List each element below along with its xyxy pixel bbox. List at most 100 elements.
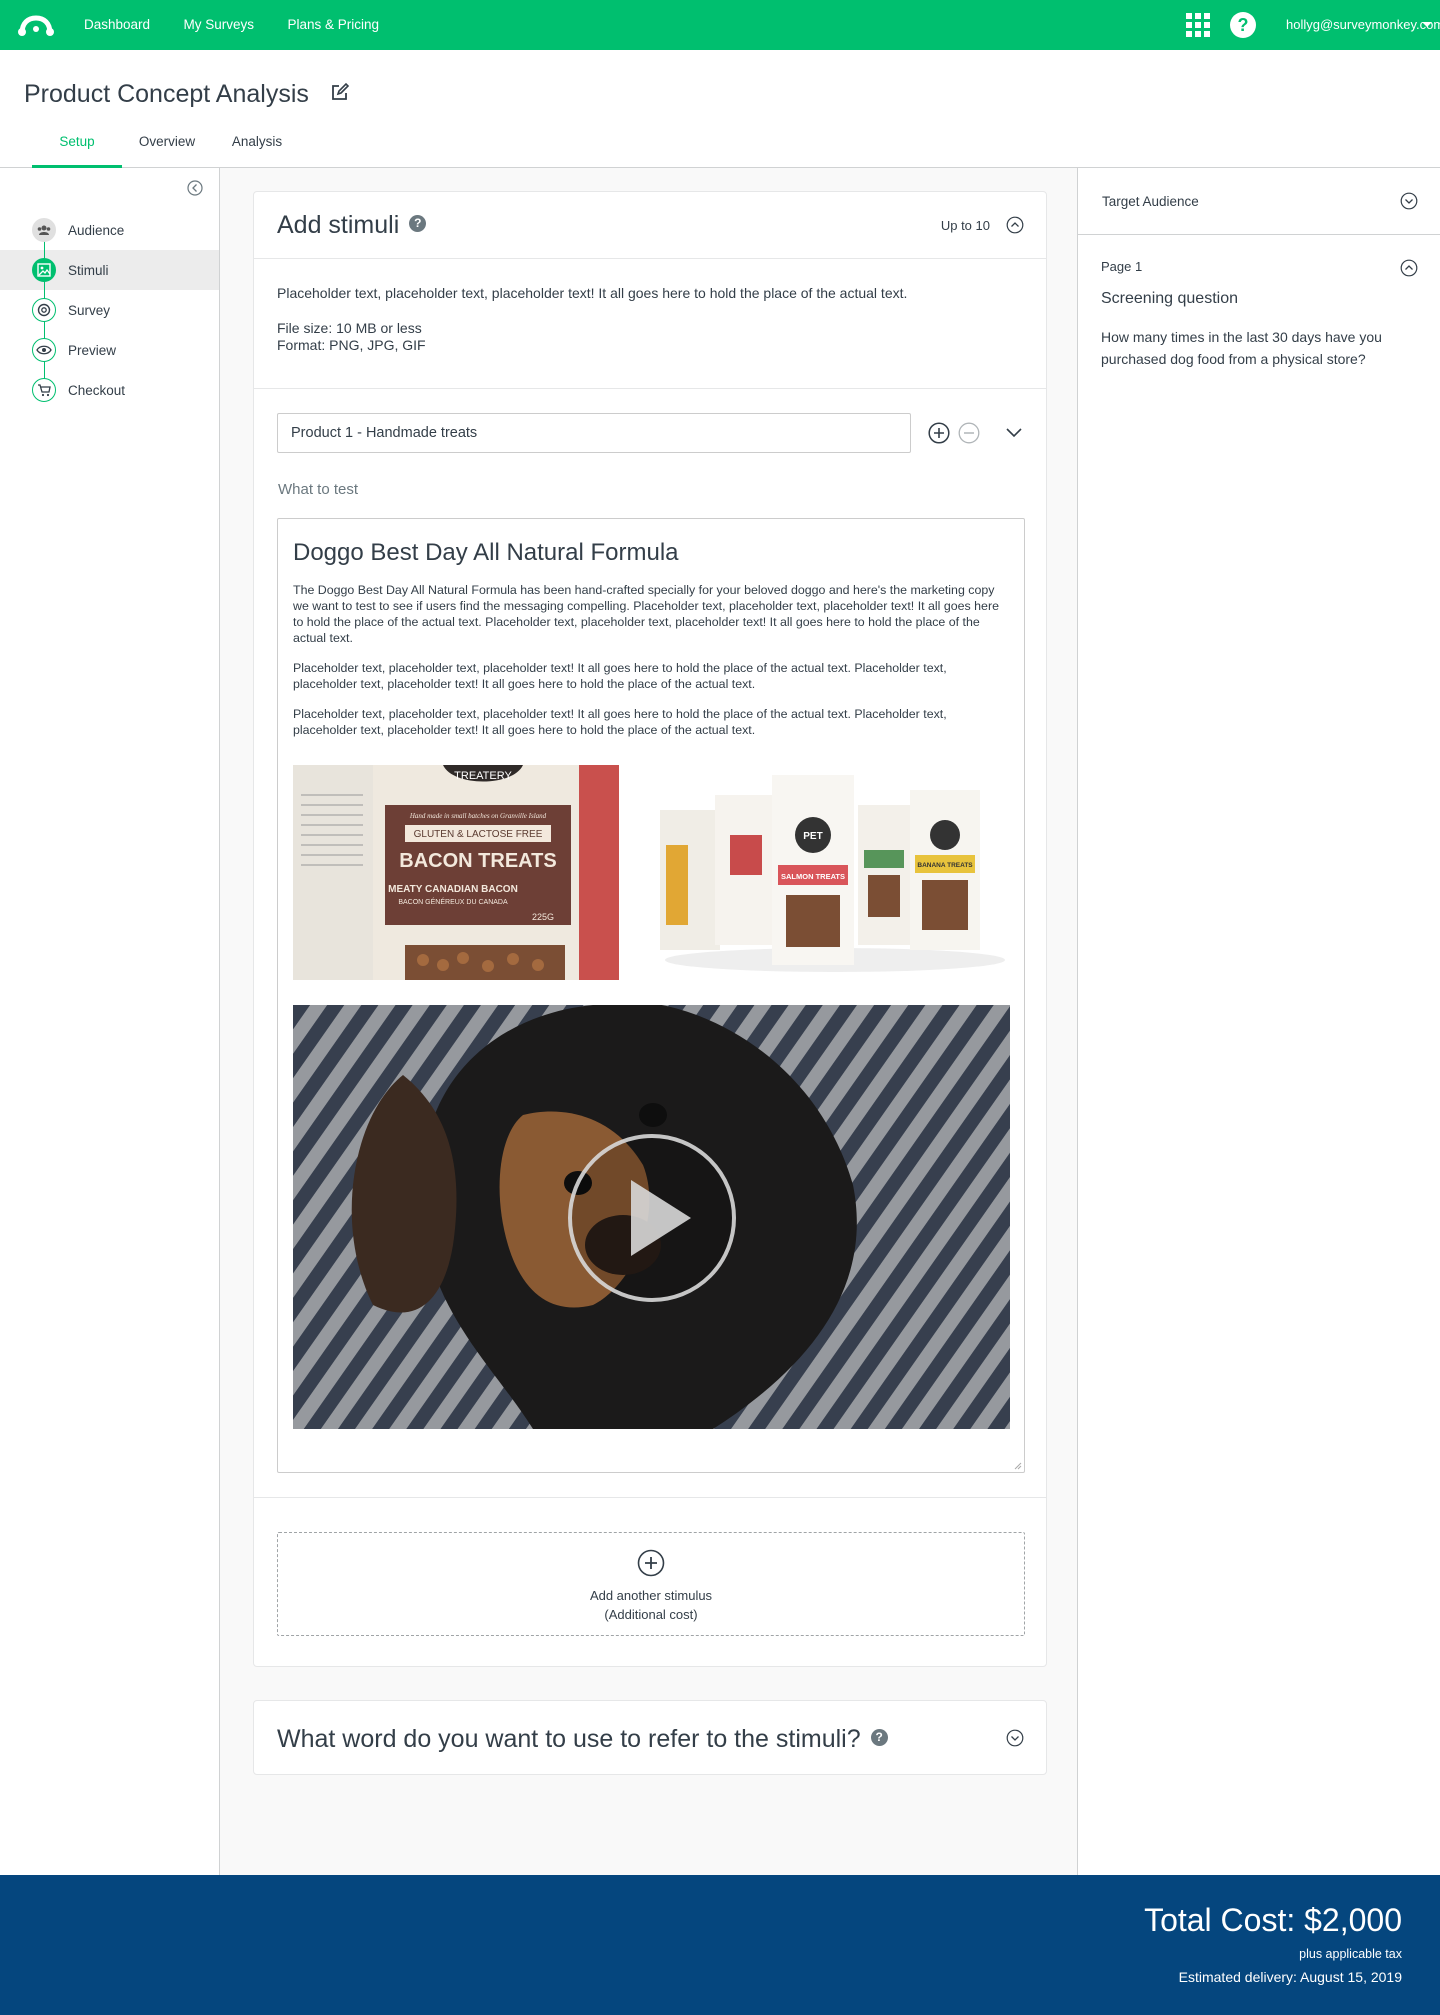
chevron-down-icon[interactable] [1006, 1729, 1024, 1747]
question-text: How many times in the last 30 days have … [1101, 329, 1382, 367]
sidebar-item-audience[interactable]: Audience [0, 210, 219, 250]
sidebar-item-survey[interactable]: Survey [0, 290, 219, 330]
cart-icon [32, 378, 56, 402]
estimated-delivery: Estimated delivery: August 15, 2019 [1178, 1969, 1402, 1985]
chevron-up-icon[interactable] [1006, 216, 1024, 234]
top-navigation-bar: Dashboard My Surveys Plans & Pricing ? h… [0, 0, 1440, 50]
sidebar-item-preview[interactable]: Preview [0, 330, 219, 370]
package-tagline: Hand made in small batches on Granville … [409, 812, 547, 820]
package-claim: GLUTEN & LACTOSE FREE [414, 829, 543, 840]
chevron-down-icon[interactable] [1400, 192, 1418, 210]
card-title: What word do you want to use to refer to… [277, 1725, 888, 1754]
tab-bar: Setup Overview Analysis [32, 134, 302, 168]
target-audience-label: Target Audience [1102, 193, 1199, 209]
add-stimulus-text: Add another stimulus [589, 1588, 713, 1603]
card-title-text: Add stimuli [277, 211, 400, 239]
package-brand-text: PET [803, 831, 822, 842]
page-header: Product Concept Analysis Setup Overview … [0, 50, 1440, 168]
stimulus-heading: Doggo Best Day All Natural Formula [293, 539, 679, 566]
user-menu[interactable]: hollyg@surveymonkey.com [1286, 17, 1440, 33]
audience-icon [32, 218, 56, 242]
package-flavor: MEATY CANADIAN BACON [388, 884, 518, 895]
sidebar-item-label: Survey [68, 302, 111, 318]
stimulus-paragraph: Placeholder text, placeholder text, plac… [293, 707, 947, 737]
add-stimulus-cost-note: (Additional cost) [604, 1607, 698, 1622]
card-title: Add stimuli? [277, 211, 427, 240]
add-circle-icon[interactable] [928, 422, 950, 444]
add-stimuli-card: Add stimuli? Up to 10 Placeholder text, … [253, 191, 1047, 1667]
nav-dashboard[interactable]: Dashboard [84, 17, 150, 32]
sidebar-item-label: Preview [68, 342, 117, 358]
sidebar-item-stimuli[interactable]: Stimuli [0, 250, 219, 290]
add-stimulus-label: Add another stimulus (Additional cost) [278, 1586, 1024, 1624]
stimulus-images: TREATERY Hand made in small batches on G… [293, 765, 1010, 980]
help-icon[interactable]: ? [409, 214, 427, 232]
page-label: Page 1 [1101, 259, 1143, 274]
pet-treats-lineup-image: PET SALMON TREATS BANANA TREATS [660, 765, 1010, 980]
package-brand-text: TREATERY [454, 770, 512, 782]
add-circle-icon [637, 1549, 665, 1577]
card-header: Add stimuli? Up to 10 [254, 192, 1046, 259]
edit-icon[interactable] [330, 82, 350, 102]
top-nav: Dashboard My Surveys Plans & Pricing [84, 16, 408, 34]
survey-icon [32, 298, 56, 322]
tab-analysis[interactable]: Analysis [212, 134, 302, 168]
play-icon[interactable] [567, 1133, 737, 1303]
chevron-up-icon[interactable] [1400, 259, 1418, 277]
package-product-name: BACON TREATS [399, 850, 556, 872]
add-another-stimulus-button[interactable]: Add another stimulus (Additional cost) [277, 1532, 1025, 1636]
package-product-name-2: BANANA TREATS [917, 862, 973, 869]
package-product-name: SALMON TREATS [781, 872, 845, 881]
tax-note: plus applicable tax [1299, 1947, 1402, 1961]
setup-steps: Audience Stimuli Survey Preview Checkout [0, 210, 219, 410]
cost-footer: Total Cost: $2,000 plus applicable tax E… [0, 1875, 1440, 2015]
question-title: Screening question [1101, 290, 1238, 307]
chevron-down-icon[interactable] [1005, 425, 1023, 439]
package-weight: 225G [532, 912, 554, 922]
user-email: hollyg@surveymonkey.com [1286, 17, 1440, 32]
resize-handle-icon[interactable] [1014, 1462, 1022, 1470]
stimulus-editor[interactable]: Doggo Best Day All Natural Formula The D… [277, 518, 1025, 1473]
description-text: Placeholder text, placeholder text, plac… [277, 285, 908, 301]
product-name-input[interactable] [277, 413, 911, 453]
apps-grid-icon[interactable] [1186, 13, 1210, 37]
nav-plans-pricing[interactable]: Plans & Pricing [287, 17, 379, 32]
sidebar-item-label: Audience [68, 222, 125, 238]
stimulus-paragraph: The Doggo Best Day All Natural Formula h… [293, 583, 999, 645]
eye-icon [32, 338, 56, 362]
remove-circle-icon[interactable] [958, 422, 980, 444]
sidebar-item-checkout[interactable]: Checkout [0, 370, 219, 410]
total-cost: Total Cost: $2,000 [1144, 1902, 1402, 1938]
survey-page-preview: Page 1 Screening question How many times… [1078, 235, 1440, 405]
left-sidebar: Audience Stimuli Survey Preview Checkout [0, 168, 220, 1875]
nav-my-surveys[interactable]: My Surveys [184, 17, 255, 32]
target-audience-header[interactable]: Target Audience [1078, 168, 1440, 235]
sidebar-item-label: Stimuli [68, 262, 109, 278]
file-requirements: File size: 10 MB or less Format: PNG, JPG… [277, 320, 1023, 354]
help-icon[interactable]: ? [870, 1728, 888, 1746]
bacon-treats-package-image: TREATERY Hand made in small batches on G… [293, 765, 619, 980]
chevron-down-icon [1422, 22, 1432, 27]
help-icon[interactable]: ? [1230, 12, 1256, 38]
divider [254, 1497, 1046, 1498]
file-size: File size: 10 MB or less [277, 320, 422, 336]
top-right-actions: ? hollyg@surveymonkey.com [1186, 0, 1440, 50]
file-format: Format: PNG, JPG, GIF [277, 337, 426, 353]
tab-setup[interactable]: Setup [32, 134, 122, 168]
image-icon [32, 258, 56, 282]
stimulus-video[interactable] [293, 1005, 1010, 1429]
page-title: Product Concept Analysis [24, 80, 309, 108]
stimuli-word-card[interactable]: What word do you want to use to refer to… [253, 1700, 1047, 1775]
what-to-test-label: What to test [278, 481, 359, 498]
stimuli-limit: Up to 10 [940, 218, 990, 233]
collapse-sidebar-icon[interactable] [187, 180, 203, 196]
surveymonkey-logo-icon[interactable] [18, 13, 54, 37]
card-title-text: What word do you want to use to refer to… [277, 1725, 861, 1753]
product-row [277, 413, 1025, 453]
stimulus-paragraph: Placeholder text, placeholder text, plac… [293, 661, 947, 691]
stimuli-description: Placeholder text, placeholder text, plac… [254, 259, 1046, 389]
package-flavor-fr: BACON GÉNÉREUX DU CANADA [398, 897, 508, 906]
right-panel: Target Audience Page 1 Screening questio… [1077, 168, 1440, 1875]
tab-overview[interactable]: Overview [122, 134, 212, 168]
sidebar-item-label: Checkout [68, 382, 126, 398]
